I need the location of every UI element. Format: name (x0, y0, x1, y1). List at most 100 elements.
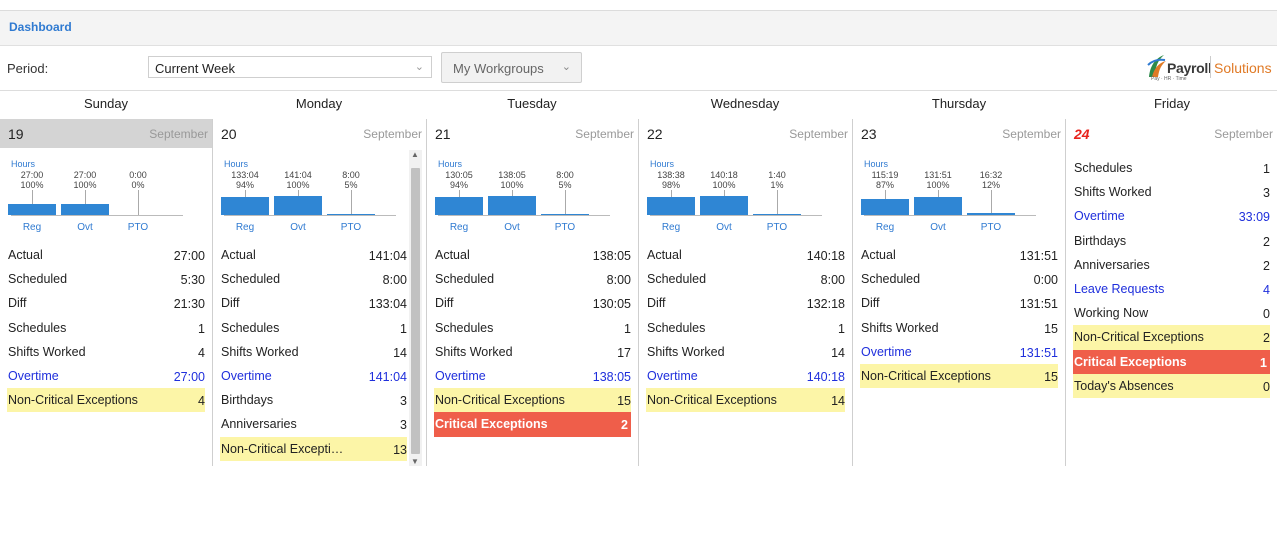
stat-row-critical-exceptions[interactable]: Critical Exceptions 1 (1073, 349, 1270, 374)
bar-reg[interactable] (435, 197, 483, 215)
bar-leader-line (351, 190, 352, 214)
stat-row-overtime[interactable]: Overtime 140:18 (639, 364, 852, 388)
day-header-friday: Friday (1153, 96, 1191, 111)
stat-row-overtime[interactable]: Overtime 138:05 (427, 364, 638, 388)
date-bar: 21 September (427, 119, 638, 148)
bar-hours-value: 130:05 (445, 170, 473, 180)
category-label-reg: Reg (22, 222, 42, 233)
stat-row-shifts-worked[interactable]: Shifts Worked 17 (427, 340, 638, 364)
stat-row-non-critical-exceptions[interactable]: Non-Critical Exceptions 15 (434, 388, 631, 413)
stat-row-schedules[interactable]: Schedules 1 (427, 316, 638, 340)
stat-row-scheduled[interactable]: Scheduled 8:00 (213, 267, 414, 291)
period-label: Period: (7, 61, 49, 76)
bar-value-label-pto: 16:32 12% (966, 170, 1016, 190)
stat-row-actual[interactable]: Actual 131:51 (853, 243, 1065, 267)
day-header-sunday: Sunday (83, 96, 129, 111)
bar-percent-value: 0% (131, 180, 145, 190)
stat-row-overtime[interactable]: Overtime 27:00 (0, 364, 212, 388)
stat-label: Actual (8, 248, 43, 262)
stat-row-today-s-absences[interactable]: Today's Absences 0 (1073, 373, 1270, 398)
stat-row-non-critical-excepti[interactable]: Non-Critical Excepti… 13 (220, 436, 407, 461)
stat-row-diff[interactable]: Diff 130:05 (427, 291, 638, 315)
scrollbar-thumb[interactable] (411, 168, 420, 454)
stat-row-schedules[interactable]: Schedules 1 (213, 316, 414, 340)
stat-row-diff[interactable]: Diff 131:51 (853, 291, 1065, 315)
bar-ovt[interactable] (274, 196, 322, 215)
stat-label: Actual (647, 248, 682, 262)
stat-row-anniversaries[interactable]: Anniversaries 2 (1066, 253, 1277, 277)
stat-row-overtime[interactable]: Overtime 141:04 (213, 364, 414, 388)
date-number[interactable]: 24 (1074, 126, 1090, 142)
bar-reg[interactable] (647, 196, 695, 215)
bar-reg[interactable] (221, 197, 269, 215)
category-label-pto: PTO (766, 222, 788, 233)
stat-row-diff[interactable]: Diff 132:18 (639, 291, 852, 315)
bar-percent-value: 100% (20, 180, 44, 190)
monday-scrollbar[interactable]: ▲ ▼ (409, 150, 422, 466)
stat-row-diff[interactable]: Diff 21:30 (0, 291, 212, 315)
stat-label: Scheduled (221, 272, 281, 287)
stat-row-non-critical-exceptions[interactable]: Non-Critical Exceptions 14 (646, 388, 845, 413)
stat-row-non-critical-exceptions[interactable]: Non-Critical Exceptions 4 (7, 388, 205, 413)
bar-ovt[interactable] (700, 196, 748, 215)
stat-row-scheduled[interactable]: Scheduled 8:00 (427, 267, 638, 291)
date-number[interactable]: 22 (647, 126, 663, 142)
bar-ovt[interactable] (488, 196, 536, 215)
stat-row-shifts-worked[interactable]: Shifts Worked 4 (0, 340, 212, 364)
date-number[interactable]: 19 (8, 126, 24, 142)
bar-leader-line (724, 190, 725, 197)
day-card-tuesday: 21 September Hours 130:05 94% Reg 138:05 100% Ov… (426, 119, 638, 466)
bar-hours-value: 27:00 (73, 170, 97, 180)
stat-row-schedules[interactable]: Schedules 1 (0, 316, 212, 340)
scroll-down-arrow-icon[interactable]: ▼ (411, 457, 419, 466)
stat-row-leave-requests[interactable]: Leave Requests 4 (1066, 277, 1277, 301)
stat-value: 140:18 (806, 249, 845, 263)
stat-row-actual[interactable]: Actual 27:00 (0, 243, 212, 267)
stat-row-shifts-worked[interactable]: Shifts Worked 15 (853, 316, 1065, 340)
bar-value-label-pto: 1:40 1% (752, 170, 802, 190)
stat-row-actual[interactable]: Actual 138:05 (427, 243, 638, 267)
date-bar: 22 September (639, 119, 852, 148)
date-number[interactable]: 20 (221, 126, 237, 142)
stat-label: Shifts Worked (435, 344, 513, 359)
bar-leader-line (565, 190, 566, 214)
stat-row-scheduled[interactable]: Scheduled 0:00 (853, 267, 1065, 291)
stat-row-overtime[interactable]: Overtime 33:09 (1066, 204, 1277, 228)
stat-row-scheduled[interactable]: Scheduled 5:30 (0, 267, 212, 291)
stat-row-critical-exceptions[interactable]: Critical Exceptions 2 (434, 412, 631, 437)
stat-row-anniversaries[interactable]: Anniversaries 3 (213, 412, 414, 436)
stat-row-actual[interactable]: Actual 140:18 (639, 243, 852, 267)
stat-row-scheduled[interactable]: Scheduled 8:00 (639, 267, 852, 291)
stat-row-schedules[interactable]: Schedules 1 (1066, 156, 1277, 180)
stat-row-actual[interactable]: Actual 141:04 (213, 243, 414, 267)
bar-ovt[interactable] (61, 204, 109, 215)
date-number[interactable]: 23 (861, 126, 877, 142)
period-select[interactable]: Current Week ⌄ (148, 56, 432, 78)
stat-row-overtime[interactable]: Overtime 131:51 (853, 340, 1065, 364)
breadcrumb-dashboard[interactable]: Dashboard (9, 20, 72, 34)
workgroups-dropdown[interactable]: My Workgroups ⌄ (441, 52, 582, 83)
bar-reg[interactable] (861, 199, 909, 215)
bar-reg[interactable] (8, 204, 56, 215)
bar-percent-value: 98% (661, 180, 680, 190)
bar-percent-value: 100% (286, 180, 310, 190)
stat-label: Birthdays (1074, 233, 1127, 248)
scroll-up-arrow-icon[interactable]: ▲ (411, 150, 419, 159)
stat-row-birthdays[interactable]: Birthdays 3 (213, 388, 414, 412)
stat-label: Scheduled (861, 272, 921, 287)
bar-value-label-reg: 138:38 98% (646, 170, 696, 190)
stat-value: 15 (1044, 321, 1058, 336)
stat-row-non-critical-exceptions[interactable]: Non-Critical Exceptions 15 (860, 363, 1058, 389)
stat-row-shifts-worked[interactable]: Shifts Worked 14 (213, 340, 414, 364)
stat-row-working-now[interactable]: Working Now 0 (1066, 301, 1277, 325)
date-number[interactable]: 21 (435, 126, 451, 142)
stat-row-schedules[interactable]: Schedules 1 (639, 316, 852, 340)
stat-row-shifts-worked[interactable]: Shifts Worked 3 (1066, 180, 1277, 204)
bar-ovt[interactable] (914, 197, 962, 215)
category-label-reg: Reg (875, 222, 895, 233)
stat-row-birthdays[interactable]: Birthdays 2 (1066, 229, 1277, 253)
stat-row-non-critical-exceptions[interactable]: Non-Critical Exceptions 2 (1073, 325, 1270, 350)
stat-row-shifts-worked[interactable]: Shifts Worked 14 (639, 340, 852, 364)
stat-row-diff[interactable]: Diff 133:04 (213, 291, 414, 315)
bar-value-label-ovt: 27:00 100% (60, 170, 110, 190)
